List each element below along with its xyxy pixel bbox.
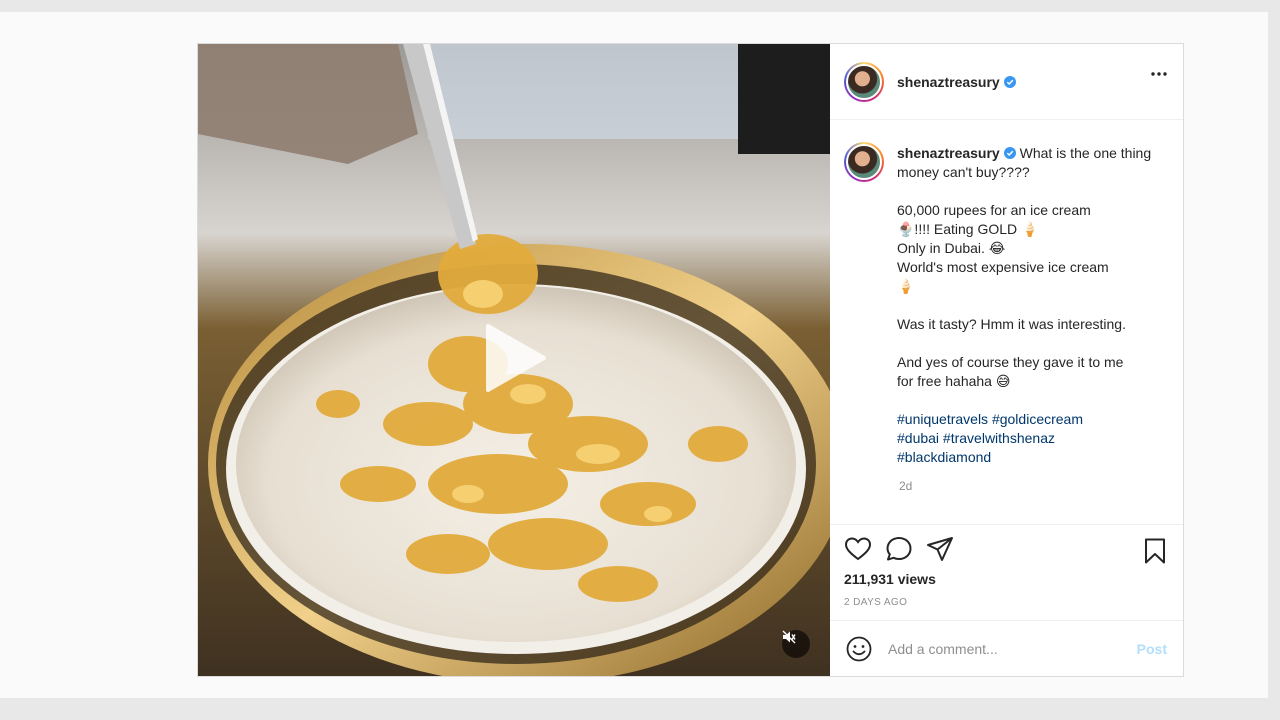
mute-icon: [782, 630, 796, 644]
share-icon[interactable]: [926, 535, 954, 563]
mute-button[interactable]: [782, 630, 810, 658]
post-side-panel: shenaztreasury shenaztreasury What is th…: [830, 44, 1183, 676]
post-comment-button[interactable]: Post: [1137, 641, 1167, 657]
view-count[interactable]: 211,931 views: [844, 571, 1167, 587]
post-video[interactable]: [198, 44, 830, 676]
post-header: shenaztreasury: [830, 44, 1183, 120]
play-icon: [486, 324, 546, 392]
instagram-post: shenaztreasury shenaztreasury What is th…: [197, 43, 1184, 677]
heart-icon[interactable]: [844, 535, 872, 563]
caption-body: 60,000 rupees for an ice cream 🍨!!!! Eat…: [897, 202, 1126, 389]
bookmark-icon[interactable]: [1141, 537, 1169, 565]
avatar-image: [846, 63, 882, 100]
username-link[interactable]: shenaztreasury: [897, 74, 1000, 90]
caption-username[interactable]: shenaztreasury: [897, 145, 1000, 161]
more-options-icon[interactable]: [1151, 72, 1167, 76]
page-background: shenaztreasury shenaztreasury What is th…: [0, 12, 1268, 698]
comment-icon[interactable]: [885, 535, 913, 563]
caption-text: shenaztreasury What is the one thing mon…: [897, 144, 1159, 467]
play-button[interactable]: [478, 322, 550, 394]
caption-row: shenaztreasury What is the one thing mon…: [844, 142, 1167, 467]
action-icon-row: [844, 535, 1167, 564]
verified-badge-icon: [1003, 147, 1016, 159]
add-comment-bar: Post: [830, 620, 1183, 676]
avatar-image: [846, 144, 882, 180]
hashtag-links[interactable]: #uniquetravels #goldicecream #dubai #tra…: [897, 411, 1083, 465]
caption-section: shenaztreasury What is the one thing mon…: [830, 120, 1183, 524]
post-actions: 211,931 views 2 DAYS AGO: [830, 524, 1183, 608]
caption-avatar[interactable]: [844, 142, 884, 182]
comment-input[interactable]: [888, 640, 1137, 657]
avatar[interactable]: [844, 61, 884, 102]
emoji-icon[interactable]: [846, 636, 872, 662]
posted-date: 2 DAYS AGO: [844, 597, 908, 608]
verified-badge-icon: [1003, 75, 1016, 88]
caption-relative-time: 2d: [899, 479, 913, 493]
